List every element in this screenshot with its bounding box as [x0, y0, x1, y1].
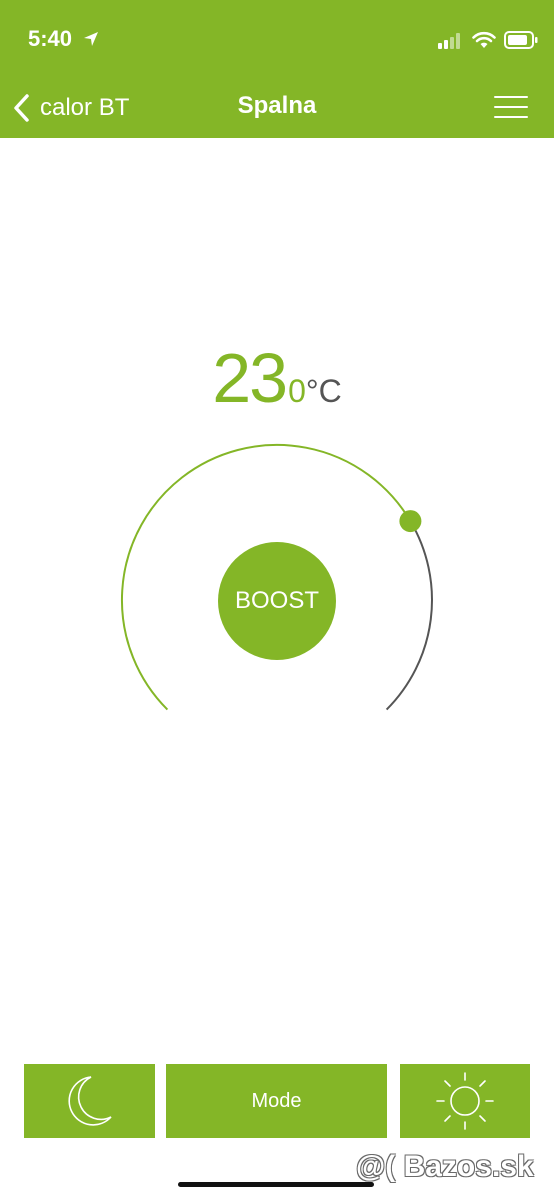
- moon-icon: [67, 1076, 112, 1126]
- dial-track: [385, 520, 433, 711]
- watermark: @( Bazos.sk: [356, 1150, 534, 1183]
- mode-button[interactable]: Mode: [166, 1064, 387, 1138]
- home-indicator: [178, 1182, 374, 1187]
- night-mode-button[interactable]: [24, 1064, 155, 1138]
- sun-icon: [436, 1072, 494, 1130]
- day-mode-button[interactable]: [400, 1064, 530, 1138]
- boost-button[interactable]: BOOST: [218, 542, 336, 660]
- dial-knob[interactable]: [399, 510, 422, 533]
